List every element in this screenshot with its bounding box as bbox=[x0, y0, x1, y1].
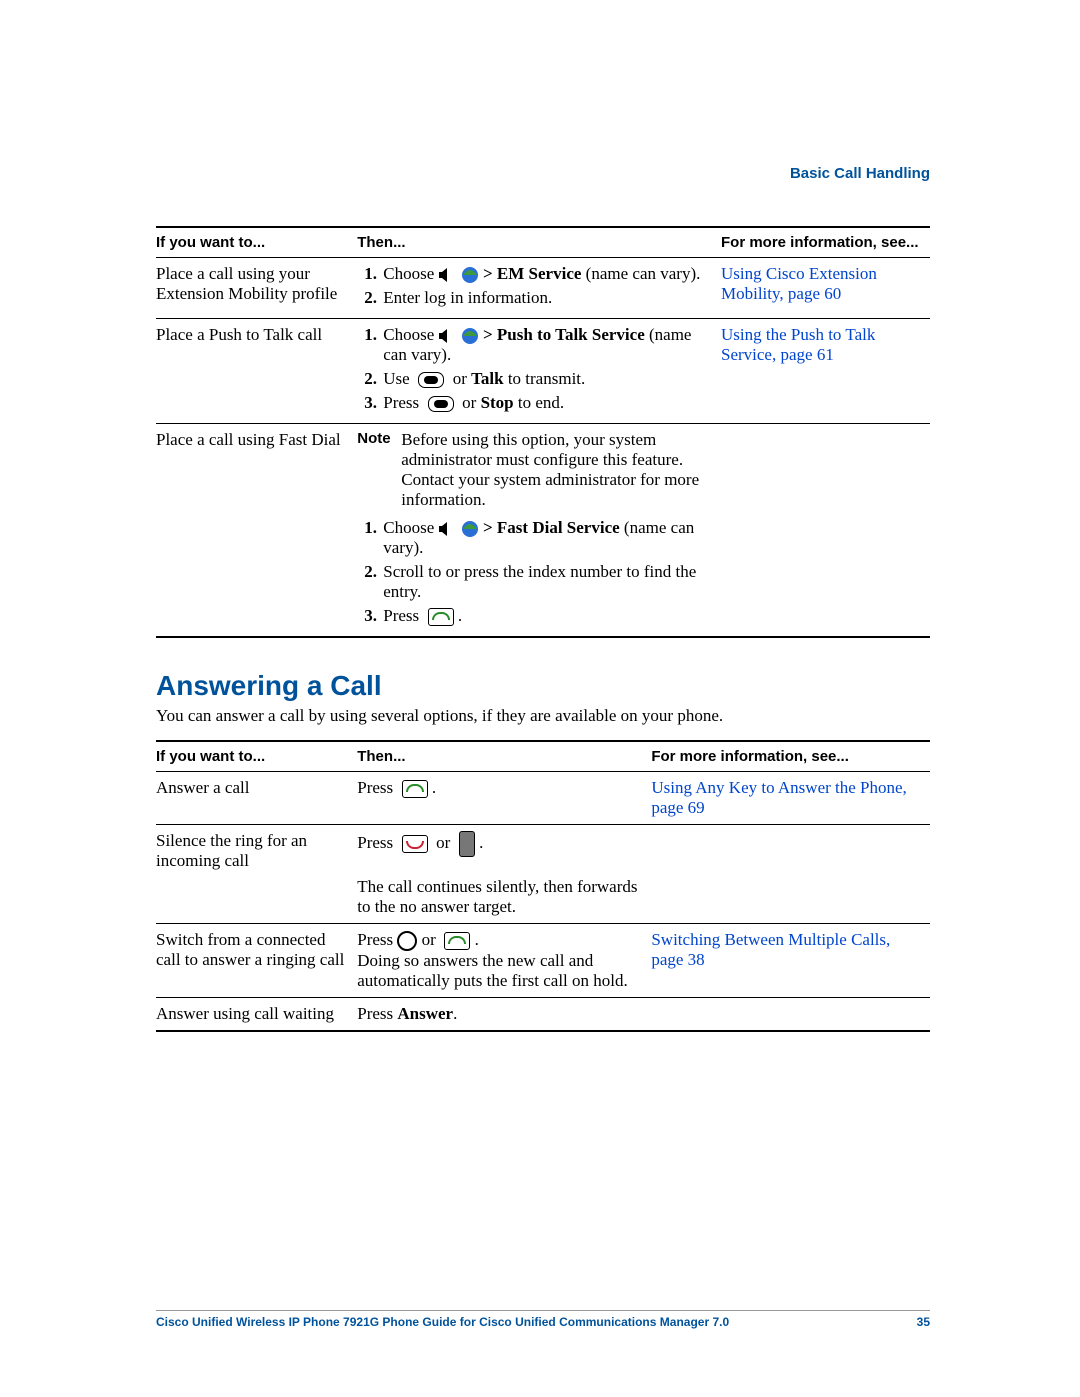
cell-then: NoteBefore using this option, your syste… bbox=[357, 424, 721, 638]
cell-then: Press . bbox=[357, 772, 651, 825]
table1-body: Place a call using your Extension Mobili… bbox=[156, 258, 930, 638]
cell-more-info bbox=[721, 424, 930, 638]
cell-more-info bbox=[651, 998, 930, 1032]
table-row: Place a call using Fast DialNoteBefore u… bbox=[156, 424, 930, 638]
cell-want: Place a call using Fast Dial bbox=[156, 424, 357, 638]
col-header-then: Then... bbox=[357, 227, 721, 258]
cell-want: Answer a call bbox=[156, 772, 357, 825]
cell-want: Switch from a connected call to answer a… bbox=[156, 924, 357, 998]
section-title: Answering a Call bbox=[156, 670, 930, 702]
cell-then: Press or .Doing so answers the new call … bbox=[357, 924, 651, 998]
table-call-options: If you want to... Then... For more infor… bbox=[156, 226, 930, 638]
table-row: Place a Push to Talk callChoose > Push t… bbox=[156, 319, 930, 424]
cell-want: Place a call using your Extension Mobili… bbox=[156, 258, 357, 319]
col-header-more: For more information, see... bbox=[651, 741, 930, 772]
cell-want: Place a Push to Talk call bbox=[156, 319, 357, 424]
table2-body: Answer a callPress .Using Any Key to Ans… bbox=[156, 772, 930, 1032]
col-header-want: If you want to... bbox=[156, 741, 357, 772]
cell-then: Choose > Push to Talk Service (name can … bbox=[357, 319, 721, 424]
document-page: Basic Call Handling If you want to... Th… bbox=[0, 0, 1080, 1397]
cross-reference-link[interactable]: Using Cisco Extension Mobility, page 60 bbox=[721, 264, 877, 303]
col-header-then: Then... bbox=[357, 741, 651, 772]
table-row: Place a call using your Extension Mobili… bbox=[156, 258, 930, 319]
section-intro: You can answer a call by using several o… bbox=[156, 706, 930, 726]
cell-more-info: Using Any Key to Answer the Phone, page … bbox=[651, 772, 930, 825]
page-footer: Cisco Unified Wireless IP Phone 7921G Ph… bbox=[156, 1310, 930, 1329]
table-row: Switch from a connected call to answer a… bbox=[156, 924, 930, 998]
cell-want: Silence the ring for an incoming call bbox=[156, 825, 357, 924]
table-answer-options: If you want to... Then... For more infor… bbox=[156, 740, 930, 1032]
cell-more-info bbox=[651, 825, 930, 924]
cell-then: Press or .The call continues silently, t… bbox=[357, 825, 651, 924]
footer-title: Cisco Unified Wireless IP Phone 7921G Ph… bbox=[156, 1315, 729, 1329]
col-header-want: If you want to... bbox=[156, 227, 357, 258]
cell-more-info: Switching Between Multiple Calls, page 3… bbox=[651, 924, 930, 998]
cell-want: Answer using call waiting bbox=[156, 998, 357, 1032]
col-header-more: For more information, see... bbox=[721, 227, 930, 258]
cross-reference-link[interactable]: Using the Push to Talk Service, page 61 bbox=[721, 325, 875, 364]
cross-reference-link[interactable]: Using Any Key to Answer the Phone, page … bbox=[651, 778, 906, 817]
cell-more-info: Using Cisco Extension Mobility, page 60 bbox=[721, 258, 930, 319]
table-row: Silence the ring for an incoming callPre… bbox=[156, 825, 930, 924]
table-row: Answer a callPress .Using Any Key to Ans… bbox=[156, 772, 930, 825]
cross-reference-link[interactable]: Switching Between Multiple Calls, page 3… bbox=[651, 930, 890, 969]
table-row: Answer using call waitingPress Answer. bbox=[156, 998, 930, 1032]
cell-then: Choose > EM Service (name can vary).Ente… bbox=[357, 258, 721, 319]
footer-page-number: 35 bbox=[917, 1315, 930, 1329]
chapter-header: Basic Call Handling bbox=[156, 165, 930, 182]
cell-more-info: Using the Push to Talk Service, page 61 bbox=[721, 319, 930, 424]
cell-then: Press Answer. bbox=[357, 998, 651, 1032]
